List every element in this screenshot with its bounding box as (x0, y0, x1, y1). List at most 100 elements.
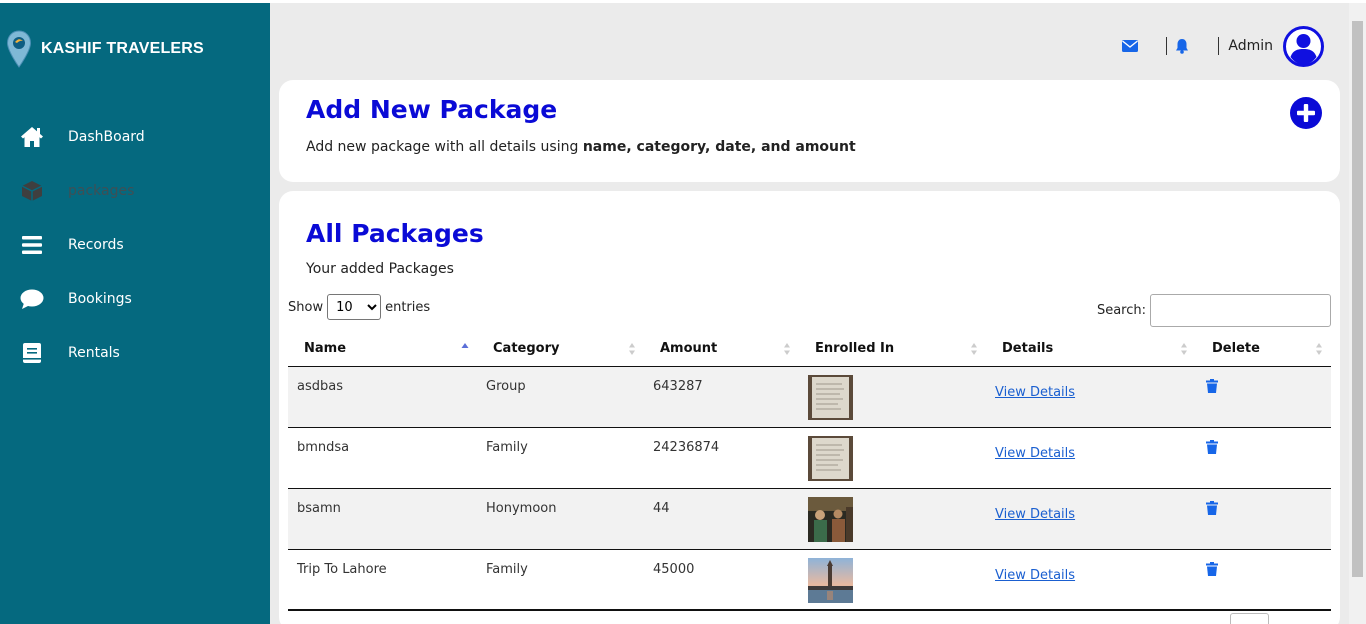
subtitle-text: Add new package with all details using (306, 139, 583, 155)
page-length-select[interactable]: 10 25 50 100 (327, 294, 382, 320)
search-input[interactable] (1150, 294, 1331, 327)
trash-icon[interactable] (1206, 500, 1218, 515)
cell-name: bsamn (288, 488, 477, 550)
sidebar-item-label: Bookings (68, 291, 132, 307)
sidebar-item-label: Rentals (68, 345, 120, 361)
add-package-button[interactable] (1290, 97, 1322, 129)
header-divider (1218, 37, 1220, 55)
sort-icon (971, 343, 977, 355)
sort-icon (784, 343, 790, 355)
cell-details: View Details (986, 549, 1196, 611)
table-row: asdbas Group 643287 View Details (288, 366, 1331, 428)
chat-bubble-icon (20, 287, 44, 311)
sort-icon (1181, 343, 1187, 355)
cell-name: Trip To Lahore (288, 549, 477, 611)
cell-delete (1196, 427, 1331, 489)
sort-icon (1316, 343, 1322, 355)
column-label: Details (1002, 341, 1054, 357)
column-label: Delete (1212, 341, 1260, 357)
sort-asc-icon (461, 343, 469, 348)
cell-category: Honymoon (477, 488, 644, 550)
add-package-subtitle: Add new package with all details using n… (306, 139, 856, 155)
home-icon (20, 125, 44, 149)
column-header-name[interactable]: Name (288, 332, 477, 367)
cell-amount: 643287 (644, 366, 799, 428)
add-package-title: Add New Package (306, 95, 558, 124)
sidebar-item-records[interactable]: Records (0, 218, 270, 272)
sort-icon (629, 343, 635, 355)
column-header-delete[interactable]: Delete (1196, 332, 1331, 367)
bell-icon[interactable] (1173, 37, 1191, 55)
sidebar-item-label: Records (68, 237, 124, 253)
cell-details: View Details (986, 488, 1196, 550)
envelope-icon[interactable] (1121, 37, 1139, 55)
view-details-link[interactable]: View Details (995, 507, 1075, 522)
package-thumbnail[interactable] (808, 496, 853, 542)
column-header-category[interactable]: Category (477, 332, 644, 367)
map-pin-icon (6, 30, 32, 68)
column-label: Category (493, 341, 560, 357)
trash-icon[interactable] (1206, 378, 1218, 393)
top-header: Admin (1121, 25, 1324, 67)
package-thumbnail[interactable] (808, 557, 853, 603)
sidebar-item-label: DashBoard (68, 129, 145, 145)
view-details-link[interactable]: View Details (995, 568, 1075, 583)
bars-icon (20, 233, 44, 257)
book-icon (20, 341, 44, 365)
cell-enrolled-in (799, 366, 986, 428)
brand[interactable]: KASHIF TRAVELERS (6, 30, 204, 68)
admin-name[interactable]: Admin (1228, 38, 1273, 54)
cell-name: bmndsa (288, 427, 477, 489)
table-row: bmndsa Family 24236874 View Details (288, 427, 1331, 489)
cell-delete (1196, 366, 1331, 428)
cell-enrolled-in (799, 488, 986, 550)
show-label: Show (288, 299, 324, 315)
sidebar: KASHIF TRAVELERS DashBoard packages Reco… (0, 3, 270, 624)
cell-amount: 44 (644, 488, 799, 550)
page-length-control: Show 10 25 50 100 entries (288, 294, 430, 320)
trash-icon[interactable] (1206, 561, 1218, 576)
cell-enrolled-in (799, 427, 986, 489)
cell-category: Family (477, 549, 644, 611)
trash-icon[interactable] (1206, 439, 1218, 454)
cell-delete (1196, 488, 1331, 550)
cell-details: View Details (986, 427, 1196, 489)
add-package-card: Add New Package Add new package with all… (279, 80, 1340, 182)
package-thumbnail[interactable] (808, 435, 853, 481)
table-row: bsamn Honymoon 44 View Details (288, 488, 1331, 550)
cell-amount: 45000 (644, 549, 799, 611)
column-header-details[interactable]: Details (986, 332, 1196, 367)
search-control: Search: (1097, 294, 1331, 327)
brand-name: KASHIF TRAVELERS (41, 40, 204, 57)
sidebar-item-rentals[interactable]: Rentals (0, 326, 270, 380)
page-scrollbar[interactable] (1349, 3, 1366, 624)
all-packages-card: All Packages Your added Packages Show 10… (279, 191, 1340, 624)
view-details-link[interactable]: View Details (995, 385, 1075, 400)
header-divider (1166, 37, 1168, 55)
table-row: Trip To Lahore Family 45000 View Details (288, 549, 1331, 611)
sidebar-item-label: packages (68, 183, 135, 199)
cell-name: asdbas (288, 366, 477, 428)
entries-label: entries (385, 299, 431, 315)
package-thumbnail[interactable] (808, 374, 853, 420)
sidebar-item-dashboard[interactable]: DashBoard (0, 110, 270, 164)
box-icon (20, 179, 44, 203)
scrollbar-thumb[interactable] (1352, 21, 1363, 577)
column-header-enrolled-in[interactable]: Enrolled In (799, 332, 986, 367)
pagination-button[interactable] (1230, 613, 1269, 624)
cell-category: Family (477, 427, 644, 489)
view-details-link[interactable]: View Details (995, 446, 1075, 461)
cell-category: Group (477, 366, 644, 428)
cell-delete (1196, 549, 1331, 611)
cell-enrolled-in (799, 549, 986, 611)
user-circle-icon[interactable] (1283, 25, 1324, 67)
column-header-amount[interactable]: Amount (644, 332, 799, 367)
column-label: Amount (660, 341, 718, 357)
column-label: Enrolled In (815, 341, 895, 357)
cell-details: View Details (986, 366, 1196, 428)
sidebar-item-packages[interactable]: packages (0, 164, 270, 218)
table-header-row: Name Category Amount Enrolled In Details… (288, 332, 1331, 367)
subtitle-bold-text: name, category, date, and amount (582, 139, 856, 155)
sidebar-item-bookings[interactable]: Bookings (0, 272, 270, 326)
column-label: Name (304, 341, 347, 357)
